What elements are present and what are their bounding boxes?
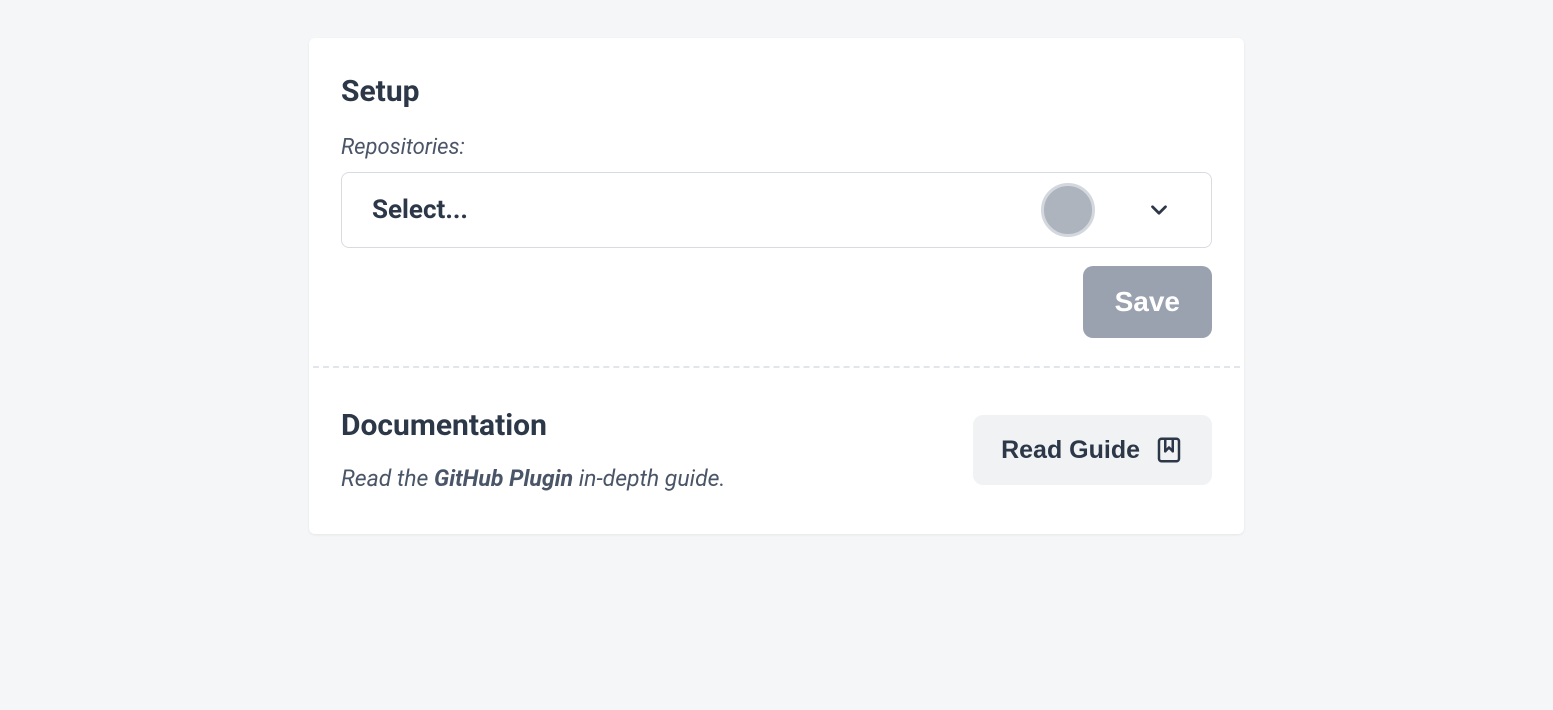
- select-placeholder: Select...: [372, 195, 1041, 225]
- doc-text-prefix: Read the: [341, 465, 434, 492]
- documentation-text: Read the GitHub Plugin in-depth guide.: [341, 465, 973, 492]
- save-button[interactable]: Save: [1083, 266, 1212, 338]
- setup-section: Setup Repositories: Select... Save: [309, 38, 1244, 366]
- loading-indicator-icon: [1041, 183, 1095, 237]
- doc-text-bold: GitHub Plugin: [434, 465, 573, 492]
- documentation-left: Documentation Read the GitHub Plugin in-…: [341, 408, 973, 492]
- documentation-section: Documentation Read the GitHub Plugin in-…: [309, 368, 1244, 534]
- setup-title: Setup: [341, 74, 1212, 109]
- documentation-title: Documentation: [341, 408, 973, 443]
- doc-text-suffix: in-depth guide.: [573, 465, 725, 492]
- repositories-select[interactable]: Select...: [341, 172, 1212, 248]
- repositories-label: Repositories:: [341, 135, 1212, 160]
- book-icon: [1154, 435, 1184, 465]
- save-row: Save: [341, 266, 1212, 338]
- read-guide-button[interactable]: Read Guide: [973, 415, 1212, 485]
- select-chevron-wrap: [1123, 197, 1193, 223]
- chevron-down-icon: [1146, 197, 1172, 223]
- read-guide-label: Read Guide: [1001, 436, 1140, 465]
- settings-card: Setup Repositories: Select... Save Docum…: [309, 38, 1244, 534]
